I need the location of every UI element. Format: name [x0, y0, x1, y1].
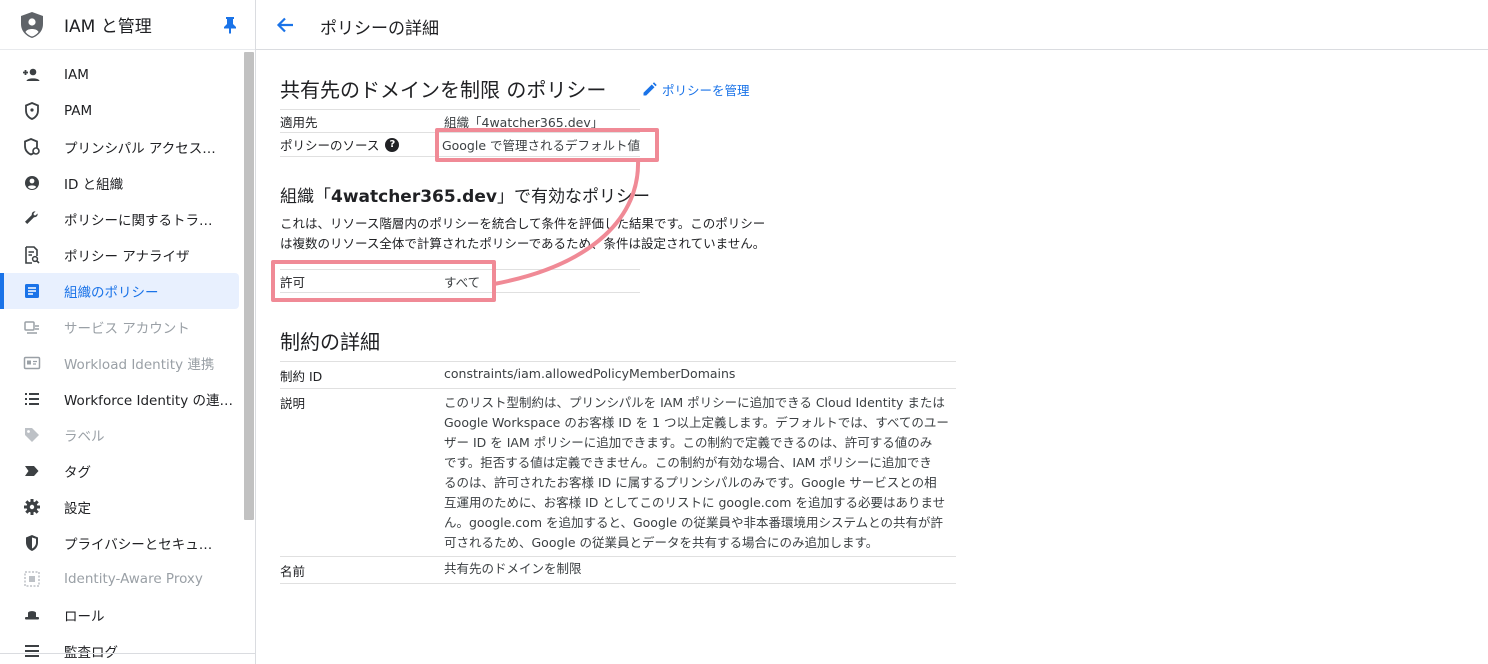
sidebar-item-labels[interactable]: ラベル	[0, 417, 244, 453]
sidebar-item-service-accounts[interactable]: サービス アカウント	[0, 309, 244, 345]
policy-source-label: ポリシーのソース	[280, 138, 380, 153]
sidebar-item-label: プライバシーとセキュ…	[64, 537, 213, 553]
sidebar-item-identity-aware-proxy[interactable]: Identity-Aware Proxy	[0, 561, 244, 597]
sidebar-item-label: ID と組織	[64, 177, 124, 193]
constraint-table: 制約 ID constraints/iam.allowedPolicyMembe…	[280, 361, 956, 584]
sidebar-item-iam[interactable]: IAM	[0, 57, 244, 93]
top-bar: ポリシーの詳細	[256, 0, 1488, 50]
manage-policy-link[interactable]: ポリシーを管理	[642, 80, 750, 99]
sidebar-item-label: IAM	[64, 67, 89, 83]
audit-log-icon	[22, 641, 42, 661]
constraint-id-label: 制約 ID	[280, 369, 323, 384]
constraint-id-row: 制約 ID constraints/iam.allowedPolicyMembe…	[280, 361, 956, 389]
pin-icon[interactable]	[223, 16, 239, 34]
id-card-icon	[22, 353, 42, 373]
list-icon	[22, 389, 42, 409]
effective-policy-description: これは、リソース階層内のポリシーを統合して条件を評価した結果です。このポリシー …	[280, 216, 766, 251]
back-arrow-icon[interactable]	[274, 14, 296, 36]
tag-icon	[22, 461, 42, 481]
constraint-description-label: 説明	[280, 396, 306, 411]
constraint-description-value: このリスト型制約は、プリンシパルを IAM ポリシーに追加できる Cloud I…	[444, 395, 949, 550]
person-add-icon	[22, 65, 42, 85]
constraint-name-row: 名前 共有先のドメインを制限	[280, 557, 956, 584]
sidebar: IAM と管理 IAM PAM プリンシパル アクセス… ID と組織 ポリシー…	[0, 0, 256, 664]
sidebar-item-workforce-identity[interactable]: Workforce Identity の連…	[0, 381, 244, 417]
gear-icon	[22, 497, 42, 517]
manage-policy-label: ポリシーを管理	[662, 83, 750, 98]
document-search-icon	[22, 245, 42, 265]
highlight-box-allow	[271, 260, 496, 302]
constraint-name-label: 名前	[280, 564, 306, 579]
sidebar-item-label: Workload Identity 連携	[64, 357, 215, 373]
sidebar-item-settings[interactable]: 設定	[0, 489, 244, 525]
sidebar-item-label: 監査ログ	[64, 645, 118, 661]
sidebar-item-pam[interactable]: PAM	[0, 93, 244, 129]
sidebar-item-label: Identity-Aware Proxy	[64, 571, 203, 587]
effective-policy-heading: 組織「4watcher365.dev」で有効なポリシー	[280, 187, 650, 207]
sidebar-item-label: PAM	[64, 103, 93, 119]
sidebar-footer-divider	[0, 653, 255, 654]
sidebar-item-org-policies[interactable]: 組織のポリシー	[0, 273, 239, 309]
policy-heading: 共有先のドメインを制限 のポリシー	[280, 78, 607, 102]
list-box-icon	[22, 281, 42, 301]
sidebar-item-privacy-security[interactable]: プライバシーとセキュ…	[0, 525, 244, 561]
account-circle-icon	[22, 173, 42, 193]
shield-outline-icon	[22, 101, 42, 121]
sidebar-item-label: 組織のポリシー	[64, 285, 159, 301]
sidebar-nav: IAM PAM プリンシパル アクセス… ID と組織 ポリシーに関するトラ… …	[0, 57, 244, 664]
constraint-name-value: 共有先のドメインを制限	[444, 561, 582, 576]
sidebar-item-identity-org[interactable]: ID と組織	[0, 165, 244, 201]
sidebar-item-label: タグ	[64, 465, 91, 481]
sidebar-item-label: ロール	[64, 609, 105, 625]
hat-icon	[22, 605, 42, 625]
sidebar-item-label: ポリシーに関するトラ…	[64, 213, 213, 229]
service-account-icon	[22, 317, 42, 337]
sidebar-item-policy-analyzer[interactable]: ポリシー アナライザ	[0, 237, 244, 273]
help-icon[interactable]: ?	[385, 137, 400, 152]
applies-to-label: 適用先	[280, 114, 318, 130]
shield-policy-icon	[22, 137, 42, 157]
sidebar-header: IAM と管理	[0, 0, 255, 50]
sidebar-item-label: Workforce Identity の連…	[64, 393, 234, 409]
page-title: ポリシーの詳細	[320, 19, 439, 39]
sidebar-item-audit-logs[interactable]: 監査ログ	[0, 633, 244, 664]
sidebar-item-tags[interactable]: タグ	[0, 453, 244, 489]
iam-shield-icon	[18, 9, 46, 41]
sidebar-item-workload-identity[interactable]: Workload Identity 連携	[0, 345, 244, 381]
sidebar-item-policy-troubleshooter[interactable]: ポリシーに関するトラ…	[0, 201, 244, 237]
privacy-shield-icon	[22, 533, 42, 553]
proxy-icon	[22, 569, 42, 589]
sidebar-item-label: ポリシー アナライザ	[64, 249, 190, 265]
sidebar-item-label: プリンシパル アクセス…	[64, 141, 216, 157]
wrench-icon	[22, 209, 42, 229]
pencil-icon	[643, 82, 657, 96]
sidebar-item-label: ラベル	[64, 429, 105, 445]
highlight-box-source	[435, 128, 659, 162]
sidebar-item-principal-access[interactable]: プリンシパル アクセス…	[0, 129, 244, 165]
label-icon	[22, 425, 42, 445]
sidebar-item-label: 設定	[64, 501, 91, 517]
sidebar-scrollbar[interactable]	[244, 52, 254, 520]
constraint-id-value: constraints/iam.allowedPolicyMemberDomai…	[444, 366, 736, 381]
sidebar-item-label: サービス アカウント	[64, 321, 190, 337]
app-title: IAM と管理	[64, 17, 152, 37]
constraint-description-row: 説明 このリスト型制約は、プリンシパルを IAM ポリシーに追加できる Clou…	[280, 389, 956, 557]
sidebar-item-roles[interactable]: ロール	[0, 597, 244, 633]
constraint-heading: 制約の詳細	[280, 330, 380, 354]
